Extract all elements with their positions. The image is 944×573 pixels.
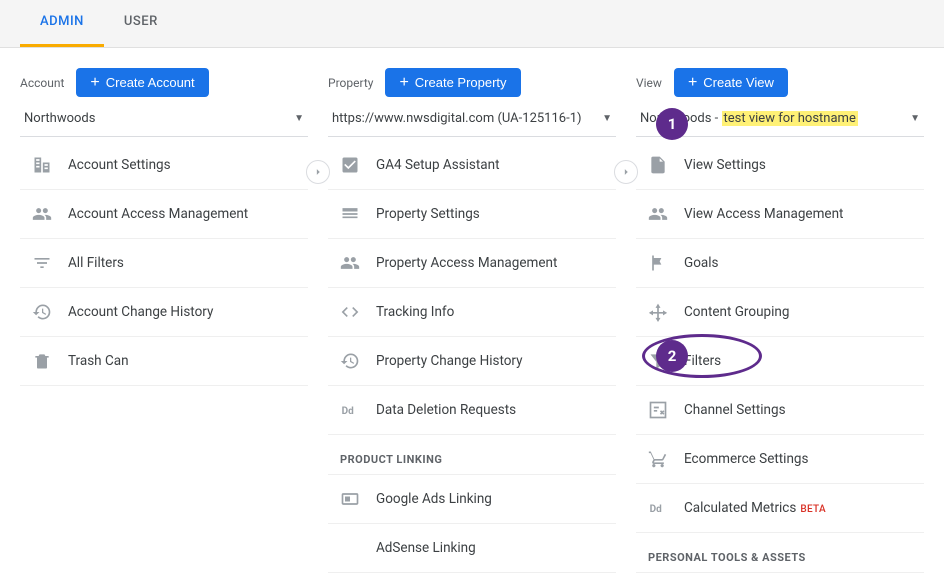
- menu-item-label: Account Settings: [68, 157, 171, 173]
- menu-google-ads-linking[interactable]: Google Ads Linking: [328, 475, 616, 524]
- annotation-2: 2: [656, 340, 688, 372]
- menu-trash-can[interactable]: Trash Can: [20, 337, 308, 386]
- menu-view-settings[interactable]: View Settings: [636, 141, 924, 190]
- history-icon: [340, 351, 360, 371]
- menu-item-label: Account Change History: [68, 304, 213, 320]
- building-icon: [32, 155, 52, 175]
- menu-item-label: Tracking Info: [376, 304, 454, 320]
- svg-text:Dd: Dd: [650, 504, 662, 515]
- create-property-label: Create Property: [415, 75, 507, 90]
- section-product-linking: PRODUCT LINKING: [328, 435, 616, 475]
- blank-icon: [340, 538, 360, 558]
- menu-property-access[interactable]: Property Access Management: [328, 239, 616, 288]
- admin-columns: Account + Create Account Northwoods ▼ Ac…: [0, 48, 944, 573]
- account-column: Account + Create Account Northwoods ▼ Ac…: [20, 68, 308, 573]
- menu-adsense-linking[interactable]: AdSense Linking: [328, 524, 616, 573]
- trash-icon: [32, 351, 52, 371]
- plus-icon: +: [688, 76, 697, 89]
- tab-user[interactable]: USER: [104, 0, 178, 47]
- property-selector[interactable]: https://www.nwsdigital.com (UA-125116-1)…: [328, 105, 616, 137]
- menu-item-label: Google Ads Linking: [376, 491, 492, 507]
- view-column: View + Create View Northwoods - test vie…: [636, 68, 924, 573]
- menu-item-label: Property Change History: [376, 353, 523, 369]
- view-selected-highlight: test view for hostname: [722, 111, 858, 126]
- menu-item-label: Trash Can: [68, 353, 129, 369]
- svg-text:Dd: Dd: [342, 406, 354, 417]
- cart-icon: [648, 449, 668, 469]
- menu-item-label: AdSense Linking: [376, 540, 476, 556]
- create-property-button[interactable]: + Create Property: [385, 68, 520, 97]
- menu-data-deletion[interactable]: Dd Data Deletion Requests: [328, 386, 616, 435]
- menu-item-label: Filters: [684, 353, 721, 369]
- menu-goals[interactable]: Goals: [636, 239, 924, 288]
- people-icon: [32, 204, 52, 224]
- create-account-button[interactable]: + Create Account: [76, 68, 208, 97]
- view-label: View: [636, 76, 662, 90]
- people-icon: [648, 204, 668, 224]
- menu-item-label: GA4 Setup Assistant: [376, 157, 500, 173]
- dd-icon: Dd: [340, 400, 360, 420]
- account-label: Account: [20, 76, 64, 90]
- code-icon: [340, 302, 360, 322]
- ads-icon: [340, 489, 360, 509]
- menu-item-label: View Settings: [684, 157, 766, 173]
- section-personal-tools: PERSONAL TOOLS & ASSETS: [636, 533, 924, 573]
- plus-icon: +: [90, 76, 99, 89]
- arrow-property-view[interactable]: [614, 160, 638, 184]
- menu-item-label: All Filters: [68, 255, 124, 271]
- beta-badge: BETA: [800, 504, 826, 515]
- menu-view-access[interactable]: View Access Management: [636, 190, 924, 239]
- annotation-1: 1: [656, 108, 688, 140]
- create-view-button[interactable]: + Create View: [674, 68, 788, 97]
- menu-property-history[interactable]: Property Change History: [328, 337, 616, 386]
- arrow-account-property[interactable]: [306, 160, 330, 184]
- menu-item-label: Account Access Management: [68, 206, 248, 222]
- page-icon: [648, 155, 668, 175]
- grouping-icon: [648, 302, 668, 322]
- menu-item-label: Goals: [684, 255, 719, 271]
- menu-all-filters[interactable]: All Filters: [20, 239, 308, 288]
- plus-icon: +: [399, 76, 408, 89]
- list-icon: [340, 204, 360, 224]
- menu-item-label: Property Settings: [376, 206, 480, 222]
- people-icon: [340, 253, 360, 273]
- flag-icon: [648, 253, 668, 273]
- history-icon: [32, 302, 52, 322]
- menu-calculated-metrics[interactable]: Dd Calculated MetricsBETA: [636, 484, 924, 533]
- menu-property-settings[interactable]: Property Settings: [328, 190, 616, 239]
- chevron-down-icon: ▼: [910, 113, 920, 124]
- top-bar: ADMIN USER: [0, 0, 944, 48]
- channel-icon: [648, 400, 668, 420]
- property-label: Property: [328, 76, 373, 90]
- menu-tracking-info[interactable]: Tracking Info: [328, 288, 616, 337]
- chevron-down-icon: ▼: [602, 113, 612, 124]
- filter-icon: [32, 253, 52, 273]
- menu-item-label: Calculated MetricsBETA: [684, 500, 826, 516]
- menu-item-label: View Access Management: [684, 206, 843, 222]
- create-account-label: Create Account: [106, 75, 195, 90]
- menu-item-label: Data Deletion Requests: [376, 402, 516, 418]
- dd-icon: Dd: [648, 498, 668, 518]
- menu-item-label: Content Grouping: [684, 304, 789, 320]
- chevron-down-icon: ▼: [294, 113, 304, 124]
- menu-account-history[interactable]: Account Change History: [20, 288, 308, 337]
- menu-channel-settings[interactable]: Channel Settings: [636, 386, 924, 435]
- menu-ecommerce-settings[interactable]: Ecommerce Settings: [636, 435, 924, 484]
- menu-content-grouping[interactable]: Content Grouping: [636, 288, 924, 337]
- property-column: Property + Create Property https://www.n…: [328, 68, 616, 573]
- property-selected: https://www.nwsdigital.com (UA-125116-1): [332, 111, 582, 126]
- menu-account-settings[interactable]: Account Settings: [20, 141, 308, 190]
- menu-item-label: Property Access Management: [376, 255, 557, 271]
- menu-item-label: Ecommerce Settings: [684, 451, 808, 467]
- checkbox-icon: [340, 155, 360, 175]
- menu-ga4-assistant[interactable]: GA4 Setup Assistant: [328, 141, 616, 190]
- create-view-label: Create View: [703, 75, 774, 90]
- account-selected: Northwoods: [24, 111, 95, 126]
- menu-item-label: Channel Settings: [684, 402, 786, 418]
- account-selector[interactable]: Northwoods ▼: [20, 105, 308, 137]
- tab-admin[interactable]: ADMIN: [20, 0, 104, 47]
- menu-account-access[interactable]: Account Access Management: [20, 190, 308, 239]
